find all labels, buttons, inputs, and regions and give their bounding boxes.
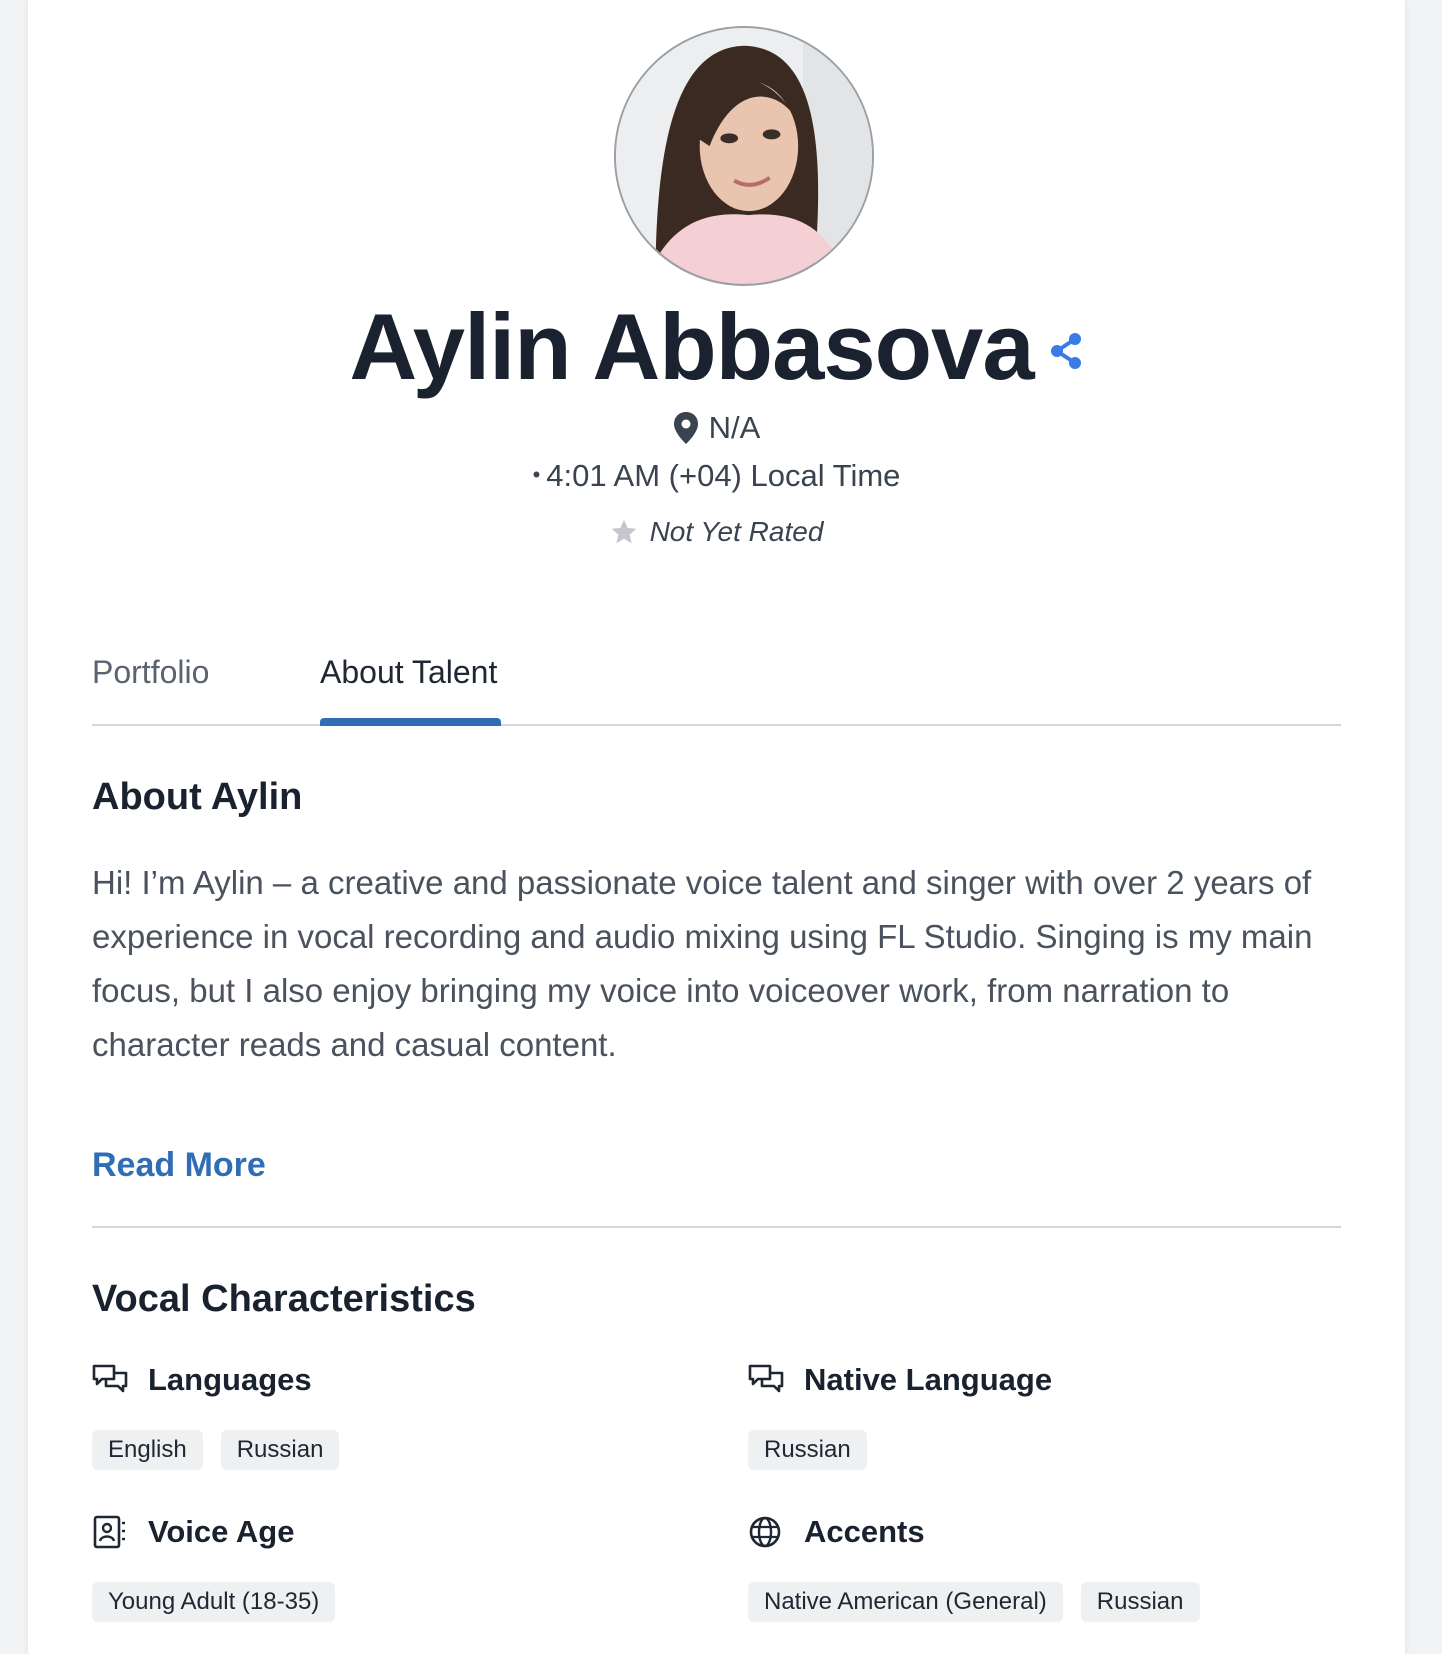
native-language-chips: Russian (748, 1430, 867, 1470)
chip-native-american: Native American (General) (748, 1582, 1063, 1622)
tab-portfolio[interactable]: Portfolio (92, 654, 209, 691)
chip-young-adult: Young Adult (18-35) (92, 1582, 336, 1622)
accents-heading: Accents (748, 1514, 925, 1550)
share-icon[interactable] (1048, 331, 1084, 371)
avatar (614, 26, 874, 286)
chip-russian: Russian (220, 1430, 340, 1470)
tab-about-talent[interactable]: About Talent (320, 654, 497, 691)
chat-icon (748, 1364, 784, 1393)
accents-label: Accents (804, 1514, 925, 1549)
languages-label: Languages (148, 1362, 312, 1397)
about-text: Hi! I’m Aylin – a creative and passionat… (92, 864, 1313, 1063)
vocal-characteristics-title: Vocal Characteristics (92, 1278, 476, 1320)
voice-age-heading: Voice Age (92, 1514, 294, 1550)
tab-bar: Portfolio About Talent (92, 640, 1341, 726)
native-language-label: Native Language (804, 1362, 1053, 1397)
languages-heading: Languages (92, 1362, 312, 1398)
avatar-photo (616, 28, 872, 284)
native-language-heading: Native Language (748, 1362, 1052, 1398)
accents-chips: Native American (General) Russian (748, 1582, 1200, 1622)
rating-text: Not Yet Rated (649, 516, 824, 547)
globe-icon (749, 1516, 781, 1548)
rating: Not Yet Rated (28, 516, 1405, 548)
location-text: N/A (708, 410, 761, 445)
voice-age-chips: Young Adult (18-35) (92, 1582, 336, 1622)
location: N/A (28, 410, 1405, 446)
chip-russian: Russian (1080, 1582, 1200, 1622)
active-tab-indicator (320, 718, 501, 726)
chip-russian: Russian (748, 1430, 867, 1470)
about-title: About Aylin (92, 776, 303, 818)
voice-age-label: Voice Age (148, 1514, 295, 1549)
chip-english: English (92, 1430, 203, 1470)
languages-chips: English Russian (92, 1430, 340, 1470)
star-icon (611, 519, 636, 544)
local-time: • 4:01 AM (+04) Local Time (532, 458, 901, 493)
talent-name: Aylin Abbasova (349, 294, 1034, 399)
read-more-link[interactable]: Read More (92, 1146, 266, 1185)
chat-icon (92, 1364, 128, 1393)
local-time-text: 4:01 AM (+04) Local Time (546, 458, 901, 493)
map-pin-icon (673, 412, 698, 444)
id-card-icon (93, 1515, 125, 1549)
divider (92, 1226, 1341, 1228)
profile-card: Aylin Abbasova N/A • 4:01 AM (+04) Local … (28, 0, 1405, 1654)
